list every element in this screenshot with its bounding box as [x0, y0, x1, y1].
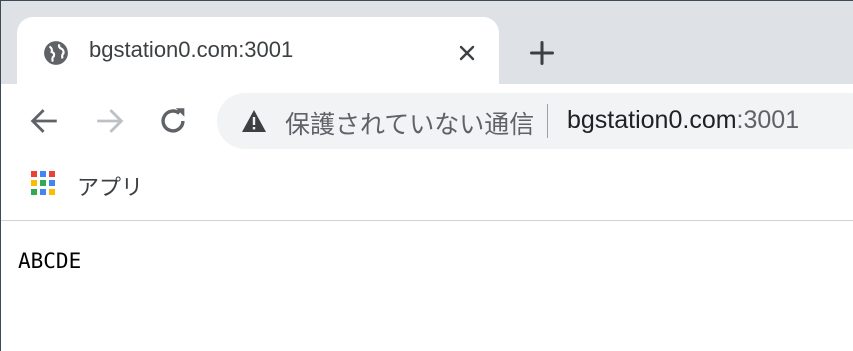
- page-viewport: ABCDE: [1, 221, 853, 351]
- tab-title: bgstation0.com:3001: [89, 37, 294, 62]
- apps-dot: [40, 180, 46, 186]
- omnibox-separator: [547, 104, 548, 138]
- close-icon[interactable]: [455, 41, 479, 65]
- apps-dot: [49, 171, 55, 177]
- arrow-right-icon[interactable]: [93, 104, 127, 138]
- warning-triangle-icon[interactable]: [241, 109, 267, 133]
- arrow-left-icon[interactable]: [27, 104, 61, 138]
- globe-icon: [44, 41, 68, 65]
- tab-strip: bgstation0.com:3001: [1, 1, 853, 87]
- bookmarks-bar: アプリ: [1, 158, 853, 220]
- apps-dot: [40, 189, 46, 195]
- reload-icon[interactable]: [156, 104, 190, 138]
- apps-dot: [49, 189, 55, 195]
- plus-icon[interactable]: [528, 39, 556, 67]
- apps-dot: [31, 171, 37, 177]
- apps-dot: [40, 171, 46, 177]
- security-status-text[interactable]: 保護されていない通信: [285, 105, 534, 141]
- apps-dot: [31, 189, 37, 195]
- page-body-text: ABCDE: [18, 249, 82, 273]
- apps-dot: [49, 180, 55, 186]
- apps-shortcut-label[interactable]: アプリ: [77, 170, 143, 202]
- toolbar: 保護されていない通信 bgstation0.com:3001: [1, 86, 853, 158]
- tab-active[interactable]: bgstation0.com:3001: [17, 17, 499, 87]
- apps-dot: [31, 180, 37, 186]
- apps-grid-icon[interactable]: [31, 171, 59, 199]
- url-text[interactable]: bgstation0.com:3001: [567, 106, 799, 135]
- address-bar[interactable]: 保護されていない通信 bgstation0.com:3001: [217, 93, 853, 149]
- url-host: bgstation0.com: [567, 106, 737, 134]
- url-port: :3001: [736, 106, 800, 134]
